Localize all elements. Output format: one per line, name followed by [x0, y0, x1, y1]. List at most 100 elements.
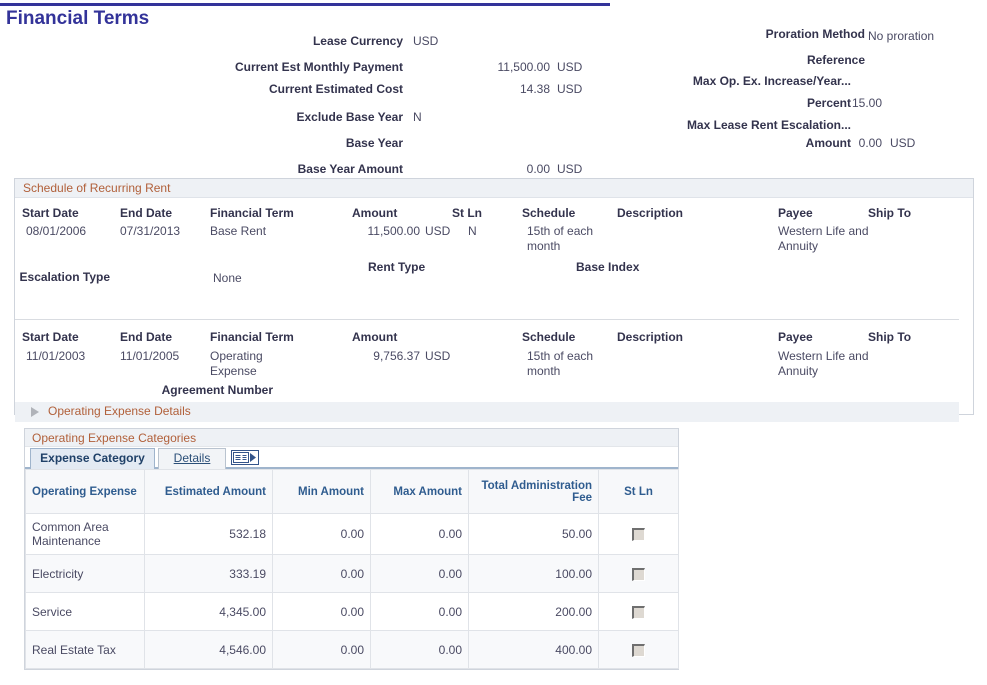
schedule-of-recurring-rent-header: Schedule of Recurring Rent	[15, 179, 973, 198]
col-header-schedule-1: Schedule	[522, 206, 575, 220]
operating-expense-details-toggle[interactable]: Operating Expense Details	[15, 402, 959, 422]
col-estimated-amount[interactable]: Estimated Amount	[145, 470, 273, 514]
cell-estimated-amount: 333.19	[145, 555, 273, 593]
operating-expense-categories-panel: Operating Expense Categories Expense Cat…	[24, 428, 679, 670]
cell-max-amount: 0.00	[371, 514, 469, 555]
label-max-lease-rent-escalation: Max Lease Rent Escalation...	[687, 118, 851, 132]
cell-start-date-1: 08/01/2006	[26, 224, 86, 238]
cell-total-admin-fee: 400.00	[469, 631, 599, 669]
st-ln-checkbox[interactable]	[632, 644, 645, 657]
cell-end-date-1: 07/31/2013	[120, 224, 180, 238]
value-current-estimated-cost: 14.38	[420, 82, 550, 96]
st-ln-checkbox[interactable]	[632, 568, 645, 581]
label-base-year: Base Year	[346, 136, 403, 150]
cell-amount-currency-2: USD	[425, 349, 450, 363]
currency-base-year-amount: USD	[557, 162, 582, 176]
cell-operating-expense: Service	[26, 593, 145, 631]
cell-min-amount: 0.00	[273, 593, 371, 631]
col-operating-expense[interactable]: Operating Expense	[26, 470, 145, 514]
col-st-ln[interactable]: St Ln	[599, 470, 679, 514]
triangle-right-icon	[31, 407, 39, 417]
tab-expense-category-label: Expense Category	[40, 451, 145, 465]
cell-payee-1: Western Life and Annuity	[778, 224, 878, 254]
tab-expense-category[interactable]: Expense Category	[30, 448, 155, 469]
cell-amount-currency-1: USD	[425, 224, 450, 238]
label-base-year-amount: Base Year Amount	[298, 162, 403, 176]
table-header-row: Operating Expense Estimated Amount Min A…	[26, 470, 679, 514]
cell-st-ln	[599, 593, 679, 631]
operating-expense-categories-tabbar: Expense Category Details	[25, 447, 678, 469]
cell-min-amount: 0.00	[273, 631, 371, 669]
col-header-start-date-1: Start Date	[22, 206, 79, 220]
cell-min-amount: 0.00	[273, 514, 371, 555]
currency-current-estimated-cost: USD	[557, 82, 582, 96]
cell-min-amount: 0.00	[273, 555, 371, 593]
cell-max-amount: 0.00	[371, 555, 469, 593]
cell-payee-2: Western Life and Annuity	[778, 349, 878, 379]
col-header-start-date-2: Start Date	[22, 330, 79, 344]
rent-row-divider	[15, 319, 959, 320]
cell-start-date-2: 11/01/2003	[26, 349, 85, 363]
label-exclude-base-year: Exclude Base Year	[296, 110, 403, 124]
label-max-op-ex-increase-per-year: Max Op. Ex. Increase/Year...	[693, 74, 851, 88]
cell-max-amount: 0.00	[371, 631, 469, 669]
cell-operating-expense: Real Estate Tax	[26, 631, 145, 669]
title-divider	[0, 3, 610, 6]
operating-expense-categories-table: Operating Expense Estimated Amount Min A…	[25, 469, 679, 669]
col-max-amount[interactable]: Max Amount	[371, 470, 469, 514]
cell-operating-expense: Electricity	[26, 555, 145, 593]
col-header-amount-2: Amount	[352, 330, 397, 344]
label-proration-method: Proration Method	[766, 27, 865, 41]
col-header-payee-2: Payee	[778, 330, 813, 344]
col-header-payee-1: Payee	[778, 206, 813, 220]
label-rent-type: Rent Type	[368, 260, 425, 274]
operating-expense-categories-title: Operating Expense Categories	[25, 429, 678, 447]
label-lease-currency: Lease Currency	[313, 34, 403, 48]
col-header-ship-to-1: Ship To	[868, 206, 911, 220]
st-ln-checkbox[interactable]	[632, 528, 645, 541]
col-total-administration-fee[interactable]: Total Administration Fee	[469, 470, 599, 514]
col-header-st-ln-1: St Ln	[452, 206, 482, 220]
col-min-amount[interactable]: Min Amount	[273, 470, 371, 514]
cell-total-admin-fee: 100.00	[469, 555, 599, 593]
label-current-est-monthly-payment: Current Est Monthly Payment	[235, 60, 403, 74]
col-header-financial-term-1: Financial Term	[210, 206, 294, 220]
cell-estimated-amount: 4,345.00	[145, 593, 273, 631]
value-base-year-amount: 0.00	[420, 162, 550, 176]
tab-details[interactable]: Details	[158, 448, 226, 469]
currency-amount: USD	[890, 136, 915, 150]
cell-schedule-1: 15th of each month	[527, 224, 597, 254]
cell-estimated-amount: 4,546.00	[145, 631, 273, 669]
cell-amount-1: 11,500.00	[330, 224, 420, 238]
col-header-schedule-2: Schedule	[522, 330, 575, 344]
col-header-description-1: Description	[617, 206, 683, 220]
cell-financial-term-2: Operating Expense	[210, 349, 280, 379]
cell-schedule-2: 15th of each month	[527, 349, 597, 379]
table-row: Common Area Maintenance 532.18 0.00 0.00…	[26, 514, 679, 555]
value-current-est-monthly-payment: 11,500.00	[420, 60, 550, 74]
col-header-end-date-1: End Date	[120, 206, 172, 220]
cell-amount-2: 9,756.37	[330, 349, 420, 363]
cell-operating-expense: Common Area Maintenance	[26, 514, 145, 555]
tab-details-label: Details	[174, 451, 211, 465]
label-base-index: Base Index	[576, 260, 639, 274]
cell-estimated-amount: 532.18	[145, 514, 273, 555]
st-ln-checkbox[interactable]	[632, 606, 645, 619]
col-header-end-date-2: End Date	[120, 330, 172, 344]
show-all-columns-icon[interactable]	[231, 450, 259, 465]
cell-total-admin-fee: 200.00	[469, 593, 599, 631]
cell-total-admin-fee: 50.00	[469, 514, 599, 555]
cell-st-ln-1: N	[468, 224, 477, 238]
col-header-description-2: Description	[617, 330, 683, 344]
cell-st-ln	[599, 514, 679, 555]
value-amount: 0.00	[820, 136, 882, 150]
cell-max-amount: 0.00	[371, 593, 469, 631]
cell-financial-term-1: Base Rent	[210, 224, 266, 238]
value-exclude-base-year: N	[413, 110, 422, 124]
table-row: Service 4,345.00 0.00 0.00 200.00	[26, 593, 679, 631]
table-row: Electricity 333.19 0.00 0.00 100.00	[26, 555, 679, 593]
label-reference: Reference	[807, 53, 865, 67]
label-agreement-number: Agreement Number	[162, 383, 273, 397]
label-current-estimated-cost: Current Estimated Cost	[269, 82, 403, 96]
value-proration-method: No proration	[868, 29, 934, 43]
